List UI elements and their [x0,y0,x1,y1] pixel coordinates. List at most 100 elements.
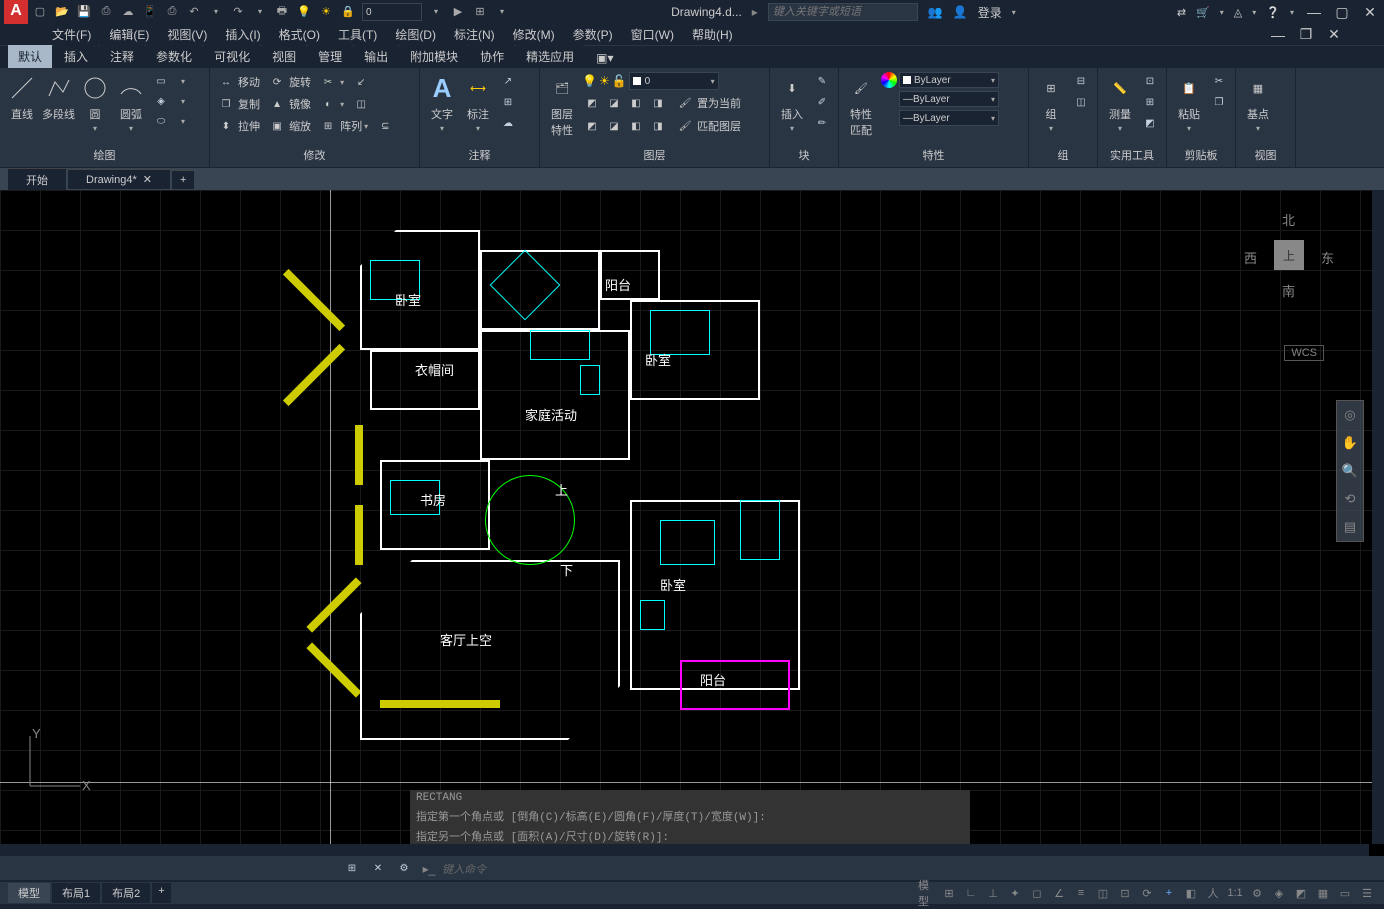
vc-west[interactable]: 西 [1244,248,1257,267]
ellipse-icon[interactable]: ⬭ [151,112,171,130]
measure-button[interactable]: 📏测量▾ [1104,72,1136,133]
text-button[interactable]: A文字▾ [426,72,458,133]
new-tab-button[interactable]: + [172,170,194,189]
vc-north[interactable]: 北 [1282,210,1295,229]
hatch-icon[interactable]: ◈ [151,92,171,110]
redo-icon[interactable]: ↷ [230,3,246,19]
search-input[interactable] [768,3,918,21]
app-icon[interactable]: ◬ [1234,6,1242,19]
model-toggle[interactable]: 模型 [918,885,936,901]
menu-param[interactable]: 参数(P) [569,24,617,45]
g1-icon[interactable]: ⊟ [1071,72,1091,90]
ltype-combo[interactable]: — ByLayer▾ [899,110,999,126]
tab-launcher-icon[interactable]: ▣▾ [586,48,623,68]
mobile-icon[interactable]: 📱 [142,3,158,19]
tab-close-icon[interactable]: ✕ [143,173,152,186]
matchprop-button[interactable]: 🖌特性 匹配 [845,72,877,138]
orbit-icon[interactable]: ⟲ [1340,489,1360,509]
vertical-scrollbar[interactable] [1372,190,1384,844]
circle-button[interactable]: 圆▾ [79,72,111,133]
saveas-icon[interactable]: ⎙ [98,3,114,19]
gear-icon[interactable]: ⚙ [1248,885,1266,901]
menu-file[interactable]: 文件(F) [48,24,95,45]
l8-icon[interactable]: ◨ [648,117,668,135]
menu-insert[interactable]: 插入(I) [221,24,264,45]
create-icon[interactable]: ✎ [812,72,832,90]
cmd-toggle-icon[interactable]: ⊞ [342,859,362,877]
match-layer-label[interactable]: 匹配图层 [697,118,741,134]
lw-icon[interactable]: ≡ [1072,885,1090,901]
menu-format[interactable]: 格式(O) [275,24,324,45]
insert-button[interactable]: ⬇插入▾ [776,72,808,133]
vc-south[interactable]: 南 [1282,281,1295,300]
ortho-icon[interactable]: ⊥ [984,885,1002,901]
print-icon[interactable]: 🖶 [274,3,290,19]
menu-view[interactable]: 视图(V) [163,24,211,45]
clean-icon[interactable]: ▭ [1336,885,1354,901]
share-icon[interactable]: ▶ [450,3,466,19]
move-icon[interactable]: ↔ [216,73,236,91]
leader-icon[interactable]: ↗ [498,72,518,90]
save-icon[interactable]: 💾 [76,3,92,19]
redo-dd-icon[interactable]: ▾ [252,3,268,19]
viewcube[interactable]: 北 南 西 东 上 [1244,210,1334,300]
trans-icon[interactable]: ◫ [1094,885,1112,901]
new-icon[interactable]: ▢ [32,3,48,19]
cart-icon[interactable]: 🛒 [1196,6,1210,19]
connect-icon[interactable]: 👥 [928,5,943,19]
qat-layer-combo[interactable]: 0 [362,3,422,21]
tab-collab[interactable]: 协作 [470,45,514,68]
tab-addins[interactable]: 附加模块 [400,45,468,68]
l4-icon[interactable]: ◨ [648,94,668,112]
l3-icon[interactable]: ◧ [626,94,646,112]
u2-icon[interactable]: ⊞ [1140,93,1160,111]
trim-icon[interactable]: ✂ [318,73,338,91]
l5-icon[interactable]: ◩ [582,117,602,135]
qat-end-dd[interactable]: ▾ [494,3,510,19]
menu-edit[interactable]: 编辑(E) [105,24,153,45]
plot-icon[interactable]: ⎙ [164,3,180,19]
menu-window[interactable]: 窗口(W) [627,24,678,45]
doc-restore-button[interactable]: ❐ [1296,27,1316,43]
exchange-icon[interactable]: ⇄ [1177,6,1186,19]
app-logo[interactable]: A [4,0,28,24]
tab-featured[interactable]: 精选应用 [516,45,584,68]
cut-icon[interactable]: ✂ [1209,72,1229,90]
login-label[interactable]: 登录 [978,4,1002,21]
cloud-icon[interactable]: ☁ [498,114,518,132]
color-icon[interactable] [881,72,897,88]
layer-props-button[interactable]: 🗂图层 特性 [546,72,578,138]
ext3-icon[interactable]: ⊆ [375,117,395,135]
drawing-canvas[interactable]: 卧室 阳台 衣帽间 家庭活动 卧室 书房 上 下 卧室 客厅上空 阳台 北 南 … [0,190,1384,856]
grid-toggle-icon[interactable]: ⊞ [940,885,958,901]
undo-icon[interactable]: ↶ [186,3,202,19]
color-combo[interactable]: ByLayer▾ [899,72,999,88]
g2-icon[interactable]: ◫ [1071,93,1091,111]
base-button[interactable]: ▦基点▾ [1242,72,1274,133]
line-button[interactable]: 直线 [6,72,38,122]
group-button[interactable]: ⊞组▾ [1035,72,1067,133]
l1-icon[interactable]: ◩ [582,94,602,112]
cycle-icon[interactable]: ⟳ [1138,885,1156,901]
pan-icon[interactable]: ✋ [1340,433,1360,453]
polyline-button[interactable]: 多段线 [42,72,75,122]
cmd-close-icon[interactable]: ✕ [368,859,388,877]
cmd-opt-icon[interactable]: ⚙ [394,859,414,877]
ext2-icon[interactable]: ◫ [351,95,371,113]
iso-icon[interactable]: ◈ [1270,885,1288,901]
fullnav-icon[interactable]: ◎ [1340,405,1360,425]
vc-top[interactable]: 上 [1274,240,1304,270]
copy2-icon[interactable]: ❐ [1209,93,1229,111]
edit-icon[interactable]: ✐ [812,93,832,111]
layer-combo[interactable]: 0▾ [629,72,719,90]
custom-icon[interactable]: ☰ [1358,885,1376,901]
hw-icon[interactable]: ▦ [1314,885,1332,901]
qp-icon[interactable]: ◧ [1182,885,1200,901]
tab-drawing4[interactable]: Drawing4*✕ [68,169,170,189]
array-icon[interactable]: ⊞ [318,117,338,135]
bulb-icon[interactable]: 💡 [296,3,312,19]
undo-dd-icon[interactable]: ▾ [208,3,224,19]
l6-icon[interactable]: ◪ [604,117,624,135]
tab-view[interactable]: 视图 [262,45,306,68]
doc-close-button[interactable]: ✕ [1324,27,1344,43]
